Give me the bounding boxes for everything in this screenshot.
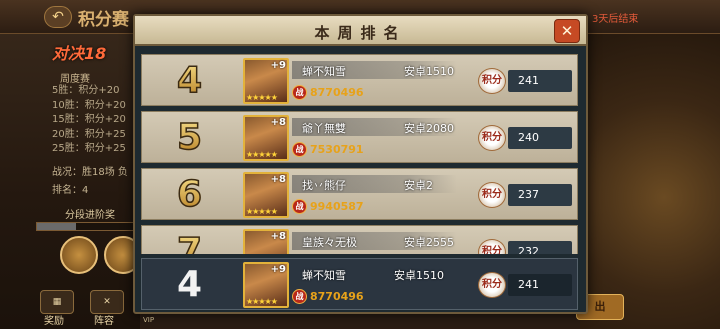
my-battle-power: 8770496: [310, 290, 364, 303]
rule-item: 25胜：积分+25: [52, 143, 126, 154]
page-title: 积分赛: [78, 10, 129, 30]
battle-power-icon: 战: [292, 85, 307, 100]
rank-number: 4: [176, 59, 203, 102]
tier-progress-bar: [36, 222, 136, 231]
tier-progress-fill: [37, 223, 77, 230]
reward-chest-icon[interactable]: [60, 236, 98, 274]
hero-portrait[interactable]: +9 ★★★★★: [243, 58, 289, 104]
ranking-row[interactable]: 6 +8 ★★★★★ 找丷熊仔 安卓2 战 9940587 积分 237: [141, 168, 578, 220]
rank-number: 7: [142, 230, 237, 254]
season-subtitle: 周度赛: [60, 74, 90, 85]
modal-title: 本周排名: [314, 24, 407, 42]
rule-item: 10胜：积分+20: [52, 99, 126, 111]
back-arrow-icon: ↶: [52, 9, 64, 25]
score-icon: 积分: [478, 125, 506, 151]
hero-plus-level: +9: [270, 264, 286, 275]
record-line: 战况：胜18场 负: [52, 167, 128, 178]
reward-grid-icon: ▦: [52, 297, 62, 307]
server-name: 安卓1510: [404, 65, 454, 78]
score-icon: 积分: [478, 272, 506, 298]
star-icons: ★★★★★: [246, 297, 278, 306]
battle-power: 8770496: [310, 86, 364, 99]
rules-list: 5胜：积分+20 10胜：积分+20 15胜：积分+20 20胜：积分+25 2…: [52, 84, 126, 157]
rank-number: 6: [176, 173, 203, 216]
ranking-row[interactable]: 4 +9 ★★★★★ 蝉不知雪 安卓1510 战 8770496 积分 241: [141, 54, 578, 106]
player-name: 找丷熊仔: [302, 179, 346, 192]
battle-power-icon: 战: [292, 199, 307, 214]
hero-plus-level: +9: [270, 60, 286, 71]
countdown-text: 3天后结束: [592, 14, 639, 25]
my-hero-portrait[interactable]: +9 ★★★★★: [243, 262, 289, 308]
score-icon: 积分: [478, 239, 506, 254]
score-value: 240: [508, 127, 572, 149]
server-name: 安卓2080: [404, 122, 454, 135]
close-icon: ✕: [560, 22, 574, 40]
my-ranking-row: 4 +9 ★★★★★ 蝉不知雪 安卓1510 战 8770496 积分 241: [141, 258, 578, 310]
hero-plus-level: +8: [270, 117, 286, 128]
rule-item: 15胜：积分+20: [52, 114, 126, 125]
hero-portrait[interactable]: +8 ★★★★★: [243, 115, 289, 161]
season-badge: 对决18: [52, 44, 107, 63]
modal-header: 本周排名 ✕: [135, 16, 586, 46]
star-icons: ★★★★★: [246, 207, 278, 216]
ranking-row[interactable]: 5 +8 ★★★★★ 爺丫無雙 安卓2080 战 7530791 积分 240: [141, 111, 578, 163]
my-rank-number: 4: [176, 264, 203, 305]
hero-plus-level: +8: [270, 231, 286, 242]
score-value: 241: [508, 70, 572, 92]
hero-plus-level: +8: [270, 174, 286, 185]
close-button[interactable]: ✕: [554, 19, 580, 43]
player-name: 爺丫無雙: [302, 122, 346, 135]
battle-power: 7530791: [310, 143, 364, 156]
server-name: 安卓2555: [404, 236, 454, 249]
back-button[interactable]: ↶: [44, 6, 72, 28]
swords-icon: ✕: [103, 297, 111, 307]
my-server-name: 安卓1510: [394, 269, 444, 282]
score-value: 237: [508, 184, 572, 206]
ranking-row[interactable]: 7 +8 ★★★★★ 皇族々无极 安卓2555 战 积分 232: [141, 225, 578, 254]
hero-portrait[interactable]: +8 ★★★★★: [243, 172, 289, 218]
ranking-list[interactable]: 4 +9 ★★★★★ 蝉不知雪 安卓1510 战 8770496 积分 241 …: [141, 54, 578, 254]
server-name: 安卓2: [404, 179, 433, 192]
reward-button-label: 奖励: [44, 316, 64, 327]
background-right-scene: [580, 0, 720, 329]
player-name: 蝉不知雪: [302, 65, 346, 78]
star-icons: ★★★★★: [246, 150, 278, 159]
score-icon: 积分: [478, 182, 506, 208]
tier-label: 分段进阶奖: [65, 210, 115, 221]
lineup-button-label: 阵容: [94, 316, 114, 327]
battle-power-icon: 战: [292, 142, 307, 157]
rule-item: 20胜：积分+25: [52, 128, 126, 140]
battle-power: 9940587: [310, 200, 364, 213]
ranking-modal: 本周排名 ✕ 4 +9 ★★★★★ 蝉不知雪 安卓1510 战 8770496 …: [133, 14, 588, 314]
my-score-value: 241: [508, 274, 572, 296]
vip-label: VIP: [143, 316, 155, 324]
rule-item: 5胜：积分+20: [52, 85, 120, 96]
star-icons: ★★★★★: [246, 93, 278, 102]
score-value: 232: [508, 241, 572, 254]
lineup-button[interactable]: ✕: [90, 290, 124, 314]
rank-line: 排名：4: [52, 185, 89, 196]
battle-power-icon: 战: [292, 289, 307, 304]
reward-button[interactable]: ▦: [40, 290, 74, 314]
score-icon: 积分: [478, 68, 506, 94]
my-player-name: 蝉不知雪: [302, 269, 346, 282]
player-name: 皇族々无极: [302, 236, 357, 249]
rank-number: 5: [176, 116, 203, 159]
hero-portrait[interactable]: +8 ★★★★★: [243, 229, 289, 254]
